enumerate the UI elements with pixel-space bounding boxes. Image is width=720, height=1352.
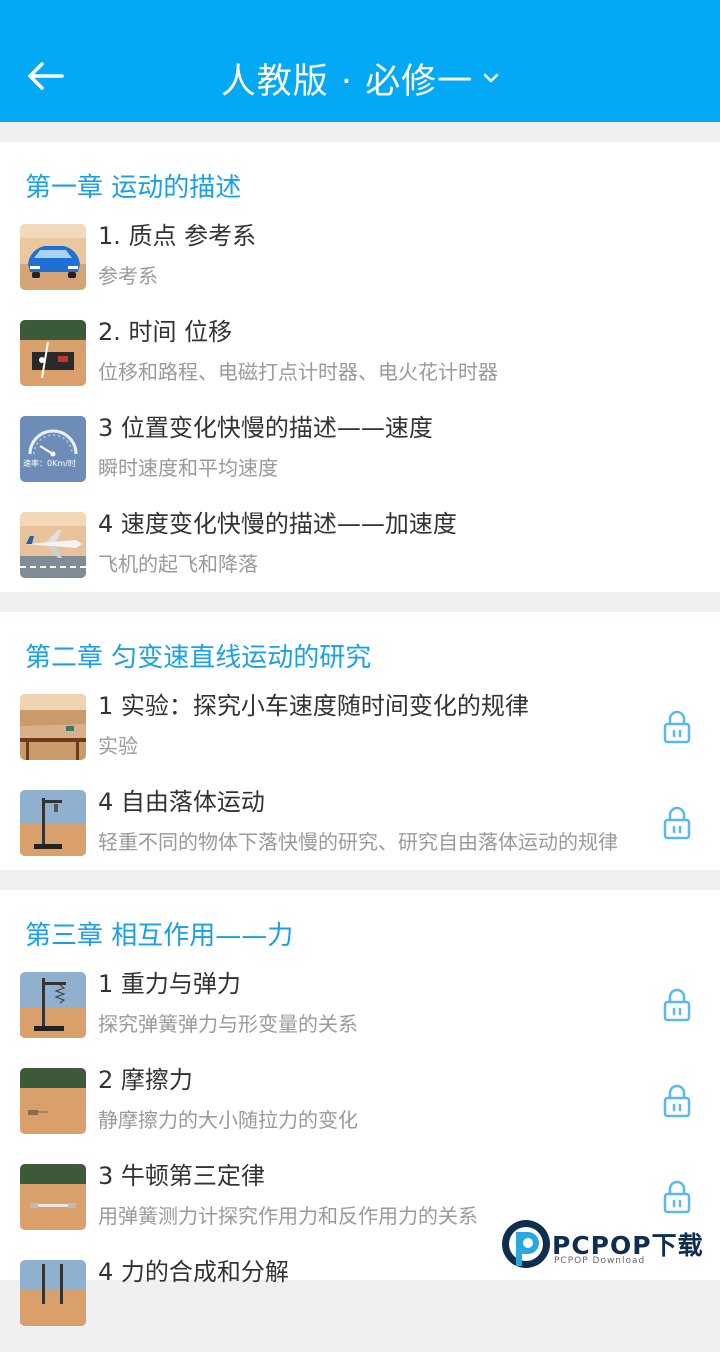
lesson-title: 3 牛顿第三定律 xyxy=(98,1162,265,1190)
lesson-title: 1. 质点 参考系 xyxy=(98,222,257,250)
lesson-subtitle: 参考系 xyxy=(98,264,158,288)
lesson-item[interactable]: 4 自由落体运动 轻重不同的物体下落快慢的研究、研究自由落体运动的规律 xyxy=(0,788,720,882)
lesson-item[interactable]: 1 实验：探究小车速度随时间变化的规律 实验 xyxy=(0,692,720,786)
lesson-title: 1 实验：探究小车速度随时间变化的规律 xyxy=(98,692,529,720)
chapter-title: 第一章 运动的描述 xyxy=(25,173,242,203)
lesson-subtitle: 位移和路程、电磁打点计时器、电火花计时器 xyxy=(98,360,498,384)
lesson-subtitle: 瞬时速度和平均速度 xyxy=(98,456,278,480)
lesson-title: 3 位置变化快慢的描述——速度 xyxy=(98,414,433,442)
lesson-item[interactable]: 1 重力与弹力 探究弹簧弹力与形变量的关系 xyxy=(0,970,720,1064)
lesson-thumbnail-airplane xyxy=(20,512,86,578)
lock-icon[interactable] xyxy=(662,1180,692,1214)
lesson-title: 4 自由落体运动 xyxy=(98,788,265,816)
lesson-item[interactable]: 2 摩擦力 静摩擦力的大小随拉力的变化 xyxy=(0,1066,720,1160)
lesson-subtitle: 用弹簧测力计探究作用力和反作用力的关系 xyxy=(98,1204,478,1228)
watermark-subtext: PCPOP Download xyxy=(554,1256,646,1266)
lesson-thumbnail-speedometer: 速率：0Km/时 xyxy=(20,416,86,482)
lock-icon[interactable] xyxy=(662,710,692,744)
lesson-item[interactable]: 2. 时间 位移 位移和路程、电磁打点计时器、电火花计时器 xyxy=(0,318,720,412)
lesson-thumbnail-timer xyxy=(20,320,86,386)
lesson-thumbnail-friction-board xyxy=(20,1068,86,1134)
lesson-title: 4 速度变化快慢的描述——加速度 xyxy=(98,510,457,538)
lesson-thumbnail-drop-stand xyxy=(20,790,86,856)
lesson-title: 1 重力与弹力 xyxy=(98,970,241,998)
chapter-card-2: 第二章 匀变速直线运动的研究 1 实验：探究小车速度随时间变化的规律 实验 4 … xyxy=(0,612,720,870)
lesson-thumbnail-spring-stand xyxy=(20,972,86,1038)
lock-icon[interactable] xyxy=(662,988,692,1022)
pcpop-logo-icon xyxy=(502,1220,550,1268)
lock-icon[interactable] xyxy=(662,806,692,840)
watermark-logo: PCPOP下载 PCPOP Download xyxy=(500,1214,720,1280)
chapter-card-1: 第一章 运动的描述 1. 质点 参考系 参考系 2. 时间 位移 位移和路程、电… xyxy=(0,142,720,592)
edition-selector[interactable]: 人教版 · 必修一 xyxy=(0,52,720,104)
lesson-subtitle: 飞机的起飞和降落 xyxy=(98,552,258,576)
lesson-thumbnail-car xyxy=(20,224,86,290)
lesson-thumbnail-lab-table xyxy=(20,694,86,760)
chevron-down-icon xyxy=(483,73,499,83)
top-app-bar: 人教版 · 必修一 xyxy=(0,0,720,122)
lesson-title: 2 摩擦力 xyxy=(98,1066,193,1094)
lesson-item[interactable]: 1. 质点 参考系 参考系 xyxy=(0,222,720,316)
lesson-subtitle: 实验 xyxy=(98,734,138,758)
lesson-title: 4 力的合成和分解 xyxy=(98,1258,289,1286)
lesson-thumbnail-spring-scales xyxy=(20,1164,86,1230)
lesson-subtitle: 静摩擦力的大小随拉力的变化 xyxy=(98,1108,358,1132)
lesson-item[interactable]: 速率：0Km/时 3 位置变化快慢的描述——速度 瞬时速度和平均速度 xyxy=(0,414,720,508)
lesson-subtitle: 轻重不同的物体下落快慢的研究、研究自由落体运动的规律 xyxy=(98,830,618,854)
lesson-title: 2. 时间 位移 xyxy=(98,318,233,346)
lesson-item[interactable]: 4 速度变化快慢的描述——加速度 飞机的起飞和降落 xyxy=(0,510,720,604)
lesson-subtitle: 探究弹簧弹力与形变量的关系 xyxy=(98,1012,358,1036)
speed-readout: 速率：0Km/时 xyxy=(23,459,76,468)
chapter-title: 第二章 匀变速直线运动的研究 xyxy=(25,643,372,673)
lesson-thumbnail-force-table xyxy=(20,1260,86,1326)
chapter-title: 第三章 相互作用——力 xyxy=(25,921,294,951)
page-title: 人教版 · 必修一 xyxy=(220,61,474,102)
lock-icon[interactable] xyxy=(662,1084,692,1118)
